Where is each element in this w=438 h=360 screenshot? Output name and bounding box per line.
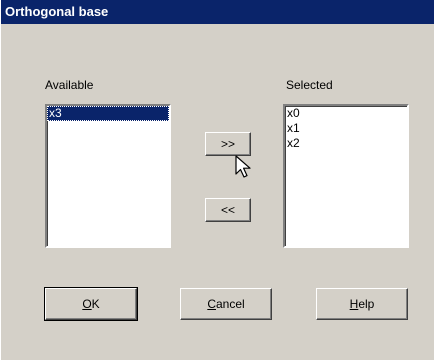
- add-button-label: >>: [220, 137, 235, 151]
- remove-button[interactable]: <<: [205, 198, 251, 222]
- selected-list-item[interactable]: x1: [285, 121, 407, 136]
- window-right-edge: [434, 0, 438, 360]
- ok-label-rest: K: [91, 297, 100, 311]
- available-label: Available: [45, 78, 94, 92]
- cancel-button[interactable]: Cancel: [180, 288, 272, 320]
- dialog-title-bar[interactable]: Orthogonal base: [1, 0, 435, 24]
- selected-list-item[interactable]: x0: [285, 106, 407, 121]
- dialog-title: Orthogonal base: [5, 4, 109, 19]
- selected-listbox[interactable]: x0 x1 x2: [283, 104, 409, 248]
- help-label-rest: elp: [358, 297, 375, 311]
- orthogonal-base-dialog: Orthogonal base Available x3 Selected x0…: [0, 0, 435, 360]
- add-button[interactable]: >>: [205, 132, 251, 156]
- help-button[interactable]: Help: [316, 288, 408, 320]
- cancel-mnemonic: C: [207, 297, 216, 311]
- selected-list-item[interactable]: x2: [285, 136, 407, 151]
- available-list-item[interactable]: x3: [47, 106, 169, 121]
- arrow-pointer-icon: [235, 155, 251, 178]
- cancel-label-rest: ancel: [215, 297, 245, 311]
- remove-button-label: <<: [220, 203, 235, 217]
- ok-mnemonic: O: [82, 297, 92, 311]
- ok-button[interactable]: OK: [44, 287, 138, 321]
- selected-label: Selected: [286, 78, 333, 92]
- available-listbox[interactable]: x3: [45, 104, 171, 248]
